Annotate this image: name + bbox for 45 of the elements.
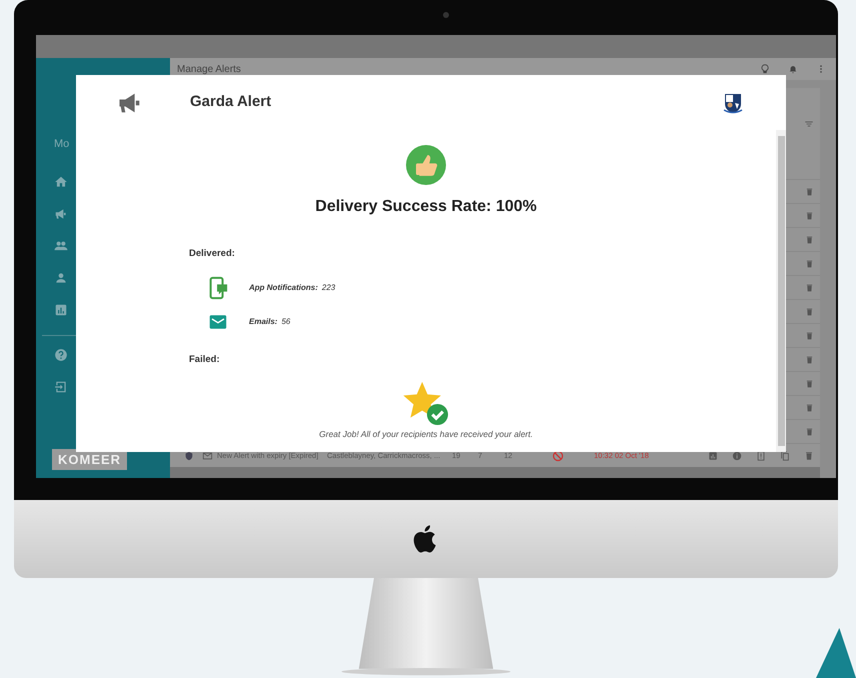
alert-icon[interactable] bbox=[756, 450, 766, 460]
trash-icon[interactable] bbox=[805, 282, 814, 292]
message-icon bbox=[202, 450, 213, 460]
envelope-icon bbox=[207, 313, 229, 332]
channel-label: Emails: bbox=[249, 316, 278, 328]
camera-dot bbox=[443, 12, 449, 18]
thumbs-up-icon bbox=[406, 145, 446, 185]
sidebar-heading: Mo bbox=[54, 137, 70, 152]
trash-icon[interactable] bbox=[805, 258, 814, 268]
channel-label: App Notifications: bbox=[249, 282, 318, 294]
corner-shape bbox=[816, 628, 856, 678]
page-title: Manage Alerts bbox=[177, 62, 242, 76]
channel-count: 56 bbox=[281, 316, 290, 328]
people-icon[interactable] bbox=[54, 238, 68, 252]
copy-icon[interactable] bbox=[780, 450, 790, 460]
channel-count: 223 bbox=[322, 282, 336, 294]
trash-icon[interactable] bbox=[805, 306, 814, 316]
trash-icon[interactable] bbox=[805, 234, 814, 244]
trash-icon[interactable] bbox=[805, 330, 814, 340]
trash-icon[interactable] bbox=[805, 186, 814, 196]
badge-icon bbox=[184, 450, 194, 460]
exit-icon[interactable] bbox=[54, 380, 68, 394]
scrollbar[interactable] bbox=[776, 130, 786, 452]
trash-icon[interactable] bbox=[805, 378, 814, 388]
success-message: Great Job! All of your recipients have received your alert. bbox=[319, 428, 533, 440]
megaphone-icon[interactable] bbox=[54, 206, 68, 220]
blocked-icon bbox=[552, 450, 564, 462]
trash-icon[interactable] bbox=[805, 402, 814, 412]
headline: Delivery Success Rate: 100% bbox=[315, 197, 537, 217]
dialog-title: Garda Alert bbox=[190, 92, 272, 112]
phone-message-icon bbox=[207, 275, 229, 302]
info-icon[interactable] bbox=[732, 450, 742, 460]
filter-icon[interactable] bbox=[804, 119, 814, 129]
star-check-icon bbox=[402, 380, 450, 426]
home-icon[interactable] bbox=[54, 174, 68, 188]
trash-icon[interactable] bbox=[805, 354, 814, 364]
bell-icon[interactable] bbox=[788, 64, 798, 74]
person-icon[interactable] bbox=[54, 270, 68, 284]
trash-icon[interactable] bbox=[805, 210, 814, 220]
trash-icon[interactable] bbox=[805, 426, 814, 436]
lightbulb-icon[interactable] bbox=[760, 64, 770, 74]
section-label: Delivered: bbox=[189, 247, 236, 261]
help-icon[interactable] bbox=[54, 348, 68, 362]
section-label: Failed: bbox=[189, 353, 221, 368]
trash-icon[interactable] bbox=[804, 450, 814, 460]
